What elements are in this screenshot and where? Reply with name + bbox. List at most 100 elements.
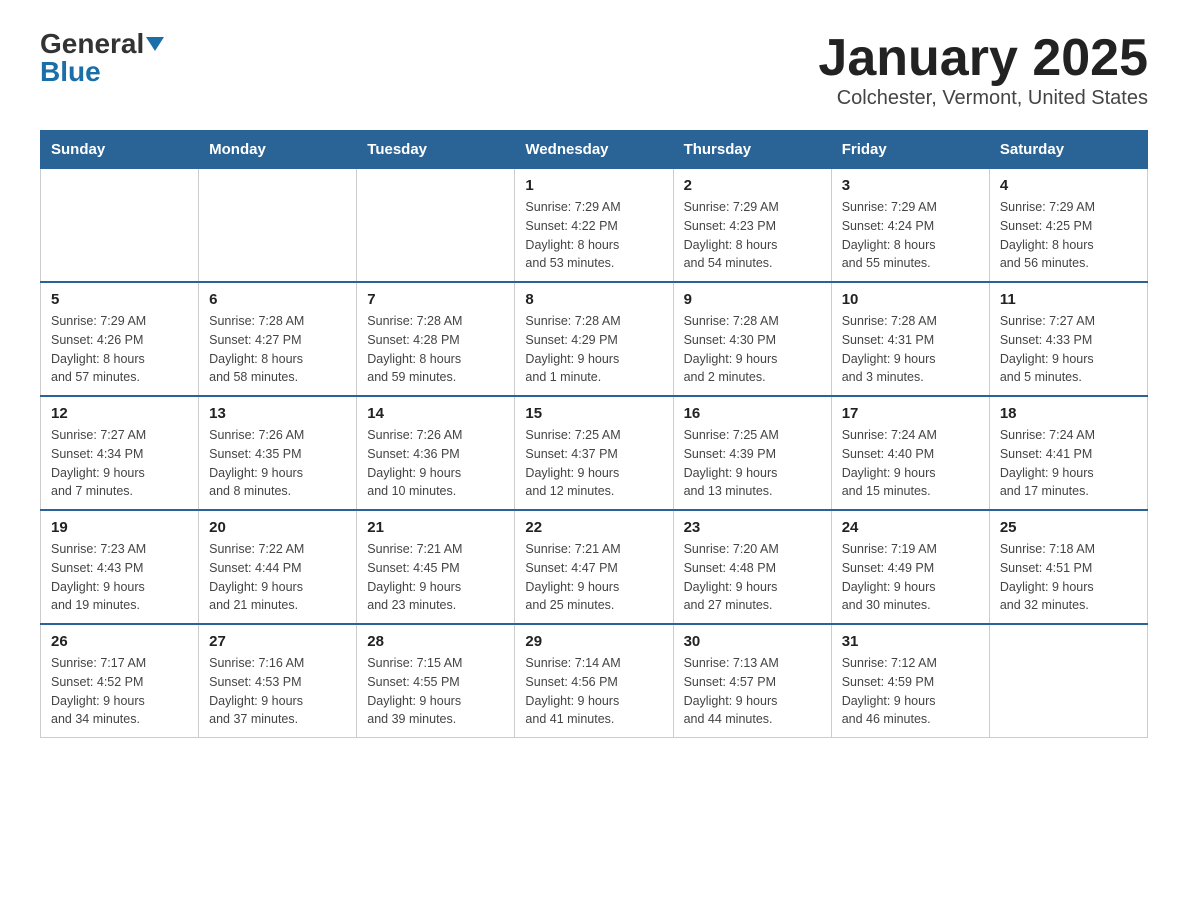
calendar-day-cell: 6 Sunrise: 7:28 AM Sunset: 4:27 PM Daylig…: [199, 282, 357, 396]
calendar-day-cell: [989, 624, 1147, 738]
day-info: Sunrise: 7:26 AM Sunset: 4:36 PM Dayligh…: [367, 426, 504, 501]
calendar-week-row: 19Sunrise: 7:23 AM Sunset: 4:43 PM Dayli…: [41, 510, 1148, 624]
calendar-day-cell: 28Sunrise: 7:15 AM Sunset: 4:55 PM Dayli…: [357, 624, 515, 738]
calendar-day-cell: 29 Sunrise: 7:14 AM Sunset: 4:56 PM Dayli…: [515, 624, 673, 738]
day-number: 6: [209, 291, 346, 308]
calendar-week-row: 12Sunrise: 7:27 AM Sunset: 4:34 PM Dayli…: [41, 396, 1148, 510]
day-info: Sunrise: 7:16 AM Sunset: 4:53 PM Dayligh…: [209, 654, 346, 729]
logo: GeneralBlue: [40, 30, 164, 86]
day-number: 13: [209, 405, 346, 422]
day-info: Sunrise: 7:24 AM Sunset: 4:41 PM Dayligh…: [1000, 426, 1137, 501]
day-number: 1: [525, 177, 662, 194]
calendar-day-cell: 12Sunrise: 7:27 AM Sunset: 4:34 PM Dayli…: [41, 396, 199, 510]
day-info: Sunrise: 7:26 AM Sunset: 4:35 PM Dayligh…: [209, 426, 346, 501]
calendar-day-cell: 26Sunrise: 7:17 AM Sunset: 4:52 PM Dayli…: [41, 624, 199, 738]
day-number: 15: [525, 405, 662, 422]
day-info: Sunrise: 7:27 AM Sunset: 4:33 PM Dayligh…: [1000, 312, 1137, 387]
day-number: 2: [684, 177, 821, 194]
calendar-day-cell: 2Sunrise: 7:29 AM Sunset: 4:23 PM Daylig…: [673, 169, 831, 283]
day-number: 20: [209, 519, 346, 536]
day-info: Sunrise: 7:29 AM Sunset: 4:26 PM Dayligh…: [51, 312, 188, 387]
day-number: 31: [842, 633, 979, 650]
day-info: Sunrise: 7:29 AM Sunset: 4:22 PM Dayligh…: [525, 198, 662, 273]
day-info: Sunrise: 7:21 AM Sunset: 4:47 PM Dayligh…: [525, 540, 662, 615]
title-block: January 2025 Colchester, Vermont, United…: [818, 30, 1148, 110]
calendar-day-cell: 11 Sunrise: 7:27 AM Sunset: 4:33 PM Dayli…: [989, 282, 1147, 396]
day-number: 3: [842, 177, 979, 194]
calendar-day-cell: 25 Sunrise: 7:18 AM Sunset: 4:51 PM Dayli…: [989, 510, 1147, 624]
day-number: 5: [51, 291, 188, 308]
calendar-title: January 2025: [818, 30, 1148, 87]
day-number: 17: [842, 405, 979, 422]
day-info: Sunrise: 7:29 AM Sunset: 4:25 PM Dayligh…: [1000, 198, 1137, 273]
day-info: Sunrise: 7:17 AM Sunset: 4:52 PM Dayligh…: [51, 654, 188, 729]
day-info: Sunrise: 7:25 AM Sunset: 4:39 PM Dayligh…: [684, 426, 821, 501]
day-info: Sunrise: 7:13 AM Sunset: 4:57 PM Dayligh…: [684, 654, 821, 729]
day-number: 24: [842, 519, 979, 536]
calendar-day-cell: 16 Sunrise: 7:25 AM Sunset: 4:39 PM Dayli…: [673, 396, 831, 510]
day-number: 8: [525, 291, 662, 308]
day-info: Sunrise: 7:24 AM Sunset: 4:40 PM Dayligh…: [842, 426, 979, 501]
calendar-day-cell: 27 Sunrise: 7:16 AM Sunset: 4:53 PM Dayli…: [199, 624, 357, 738]
day-number: 18: [1000, 405, 1137, 422]
calendar-week-row: 5 Sunrise: 7:29 AM Sunset: 4:26 PM Daylig…: [41, 282, 1148, 396]
calendar-day-cell: 8 Sunrise: 7:28 AM Sunset: 4:29 PM Daylig…: [515, 282, 673, 396]
calendar-day-cell: [357, 169, 515, 283]
calendar-day-cell: 9Sunrise: 7:28 AM Sunset: 4:30 PM Daylig…: [673, 282, 831, 396]
calendar-day-cell: [199, 169, 357, 283]
day-info: Sunrise: 7:21 AM Sunset: 4:45 PM Dayligh…: [367, 540, 504, 615]
page-header: GeneralBlue January 2025 Colchester, Ver…: [40, 30, 1148, 110]
header-wednesday: Wednesday: [515, 131, 673, 169]
calendar-day-cell: 22Sunrise: 7:21 AM Sunset: 4:47 PM Dayli…: [515, 510, 673, 624]
day-info: Sunrise: 7:28 AM Sunset: 4:31 PM Dayligh…: [842, 312, 979, 387]
logo-triangle-icon: [146, 37, 164, 51]
day-info: Sunrise: 7:28 AM Sunset: 4:27 PM Dayligh…: [209, 312, 346, 387]
day-info: Sunrise: 7:28 AM Sunset: 4:28 PM Dayligh…: [367, 312, 504, 387]
day-number: 25: [1000, 519, 1137, 536]
day-info: Sunrise: 7:12 AM Sunset: 4:59 PM Dayligh…: [842, 654, 979, 729]
calendar-day-cell: 30 Sunrise: 7:13 AM Sunset: 4:57 PM Dayli…: [673, 624, 831, 738]
calendar-day-cell: 14 Sunrise: 7:26 AM Sunset: 4:36 PM Dayli…: [357, 396, 515, 510]
logo-text: GeneralBlue: [40, 30, 164, 86]
calendar-day-cell: 10 Sunrise: 7:28 AM Sunset: 4:31 PM Dayli…: [831, 282, 989, 396]
calendar-day-cell: 15 Sunrise: 7:25 AM Sunset: 4:37 PM Dayli…: [515, 396, 673, 510]
day-number: 12: [51, 405, 188, 422]
day-info: Sunrise: 7:20 AM Sunset: 4:48 PM Dayligh…: [684, 540, 821, 615]
day-number: 29: [525, 633, 662, 650]
day-info: Sunrise: 7:25 AM Sunset: 4:37 PM Dayligh…: [525, 426, 662, 501]
calendar-week-row: 1 Sunrise: 7:29 AM Sunset: 4:22 PM Daylig…: [41, 169, 1148, 283]
day-number: 23: [684, 519, 821, 536]
header-saturday: Saturday: [989, 131, 1147, 169]
calendar-day-cell: 3 Sunrise: 7:29 AM Sunset: 4:24 PM Daylig…: [831, 169, 989, 283]
calendar-day-cell: 5 Sunrise: 7:29 AM Sunset: 4:26 PM Daylig…: [41, 282, 199, 396]
day-number: 16: [684, 405, 821, 422]
calendar-table: Sunday Monday Tuesday Wednesday Thursday…: [40, 130, 1148, 738]
day-number: 7: [367, 291, 504, 308]
day-number: 11: [1000, 291, 1137, 308]
header-monday: Monday: [199, 131, 357, 169]
calendar-day-cell: 19Sunrise: 7:23 AM Sunset: 4:43 PM Dayli…: [41, 510, 199, 624]
header-thursday: Thursday: [673, 131, 831, 169]
calendar-week-row: 26Sunrise: 7:17 AM Sunset: 4:52 PM Dayli…: [41, 624, 1148, 738]
day-info: Sunrise: 7:18 AM Sunset: 4:51 PM Dayligh…: [1000, 540, 1137, 615]
day-info: Sunrise: 7:14 AM Sunset: 4:56 PM Dayligh…: [525, 654, 662, 729]
day-number: 27: [209, 633, 346, 650]
weekday-header-row: Sunday Monday Tuesday Wednesday Thursday…: [41, 131, 1148, 169]
header-friday: Friday: [831, 131, 989, 169]
header-tuesday: Tuesday: [357, 131, 515, 169]
day-number: 30: [684, 633, 821, 650]
day-number: 14: [367, 405, 504, 422]
calendar-day-cell: [41, 169, 199, 283]
day-number: 19: [51, 519, 188, 536]
day-info: Sunrise: 7:29 AM Sunset: 4:24 PM Dayligh…: [842, 198, 979, 273]
header-sunday: Sunday: [41, 131, 199, 169]
day-number: 28: [367, 633, 504, 650]
logo-blue-text: Blue: [40, 56, 101, 87]
calendar-day-cell: 13 Sunrise: 7:26 AM Sunset: 4:35 PM Dayli…: [199, 396, 357, 510]
calendar-day-cell: 21Sunrise: 7:21 AM Sunset: 4:45 PM Dayli…: [357, 510, 515, 624]
day-info: Sunrise: 7:28 AM Sunset: 4:30 PM Dayligh…: [684, 312, 821, 387]
day-info: Sunrise: 7:28 AM Sunset: 4:29 PM Dayligh…: [525, 312, 662, 387]
day-number: 10: [842, 291, 979, 308]
calendar-day-cell: 18 Sunrise: 7:24 AM Sunset: 4:41 PM Dayli…: [989, 396, 1147, 510]
calendar-day-cell: 20Sunrise: 7:22 AM Sunset: 4:44 PM Dayli…: [199, 510, 357, 624]
